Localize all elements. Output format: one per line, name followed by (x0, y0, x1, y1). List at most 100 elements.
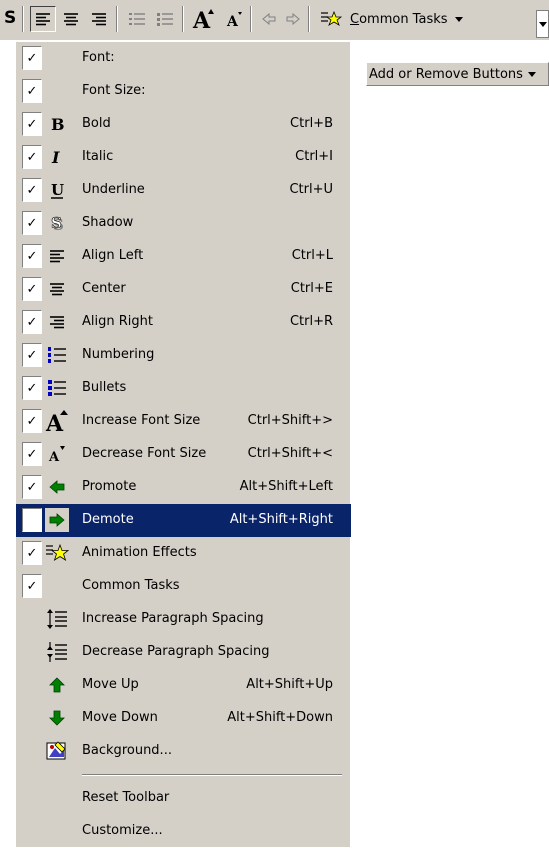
promote-icon (45, 475, 69, 499)
move-down-icon (45, 706, 69, 730)
menu-item-label: Demote (82, 512, 134, 527)
menu-item-italic[interactable]: ✓ I Italic Ctrl+I (16, 141, 351, 174)
checkmark-icon: ✓ (22, 46, 42, 70)
menu-item-label: Align Right (82, 314, 153, 329)
chevron-down-icon (454, 17, 463, 22)
menu-item-customize[interactable]: Customize... (16, 815, 351, 848)
decrease-paragraph-spacing-icon (45, 640, 69, 664)
menu-item-common-tasks[interactable]: ✓ Common Tasks (16, 570, 351, 603)
background-icon (45, 739, 69, 763)
menu-item-underline[interactable]: ✓ U Underline Ctrl+U (16, 174, 351, 207)
menu-item-label: Numbering (82, 347, 155, 362)
toolbar-decrease-font-button[interactable]: A (222, 6, 246, 32)
menu-item-increase-font-size[interactable]: ✓ A Increase Font Size Ctrl+Shift+> (16, 405, 351, 438)
toolbar-center-button[interactable] (58, 6, 84, 32)
checkmark-icon: ✓ (22, 112, 42, 136)
menu-item-decrease-font-size[interactable]: ✓ A Decrease Font Size Ctrl+Shift+< (16, 438, 351, 471)
menu-item-label: Increase Font Size (82, 413, 201, 428)
toolbar-numbering-button[interactable] (124, 6, 150, 32)
checkmark-icon: ✓ (22, 277, 42, 301)
svg-text:A: A (226, 14, 239, 29)
align-center-icon (64, 13, 78, 26)
checkmark-icon: ✓ (22, 541, 42, 565)
checkmark-icon: ✓ (22, 574, 42, 598)
menu-item-shortcut: Ctrl+L (291, 248, 333, 263)
align-right-icon (45, 310, 69, 334)
increase-font-icon: A (45, 409, 69, 433)
toolbar-separator (308, 6, 310, 32)
menu-separator (82, 774, 342, 776)
toolbar-separator (182, 6, 184, 32)
chevron-down-icon (527, 72, 536, 77)
checkmark-icon: ✓ (22, 475, 42, 499)
menu-item-reset-toolbar[interactable]: Reset Toolbar (16, 782, 351, 815)
toolbar-shadow-icon[interactable]: S (4, 8, 16, 28)
common-tasks-button[interactable]: Common Tasks (350, 6, 532, 32)
common-tasks-label: Common Tasks (350, 11, 448, 27)
menu-item-label: Reset Toolbar (82, 790, 170, 805)
toolbar-promote-button[interactable] (258, 6, 280, 32)
move-up-icon (45, 673, 69, 697)
italic-icon: I (45, 145, 69, 169)
checkmark-icon: ✓ (22, 442, 42, 466)
menu-item-label: Italic (82, 149, 114, 164)
menu-item-label: Shadow (82, 215, 134, 230)
align-right-icon (92, 13, 106, 26)
menu-item-label: Animation Effects (82, 545, 197, 560)
add-or-remove-buttons[interactable]: Add or Remove Buttons (366, 62, 549, 86)
menu-item-shadow[interactable]: ✓ S S Shadow (16, 207, 351, 240)
align-left-icon (45, 244, 69, 268)
add-or-remove-label: Add or Remove Buttons (369, 66, 523, 82)
checkmark-icon: ✓ (22, 79, 42, 103)
formatting-toolbar: S A A Common Tasks (0, 0, 549, 40)
bold-icon: B (45, 112, 69, 136)
menu-item-align-left[interactable]: ✓ Align Left Ctrl+L (16, 240, 351, 273)
menu-item-label: Center (82, 281, 126, 296)
promote-icon (262, 13, 276, 25)
menu-item-background[interactable]: Background... (16, 735, 351, 768)
toolbar-bullets-button[interactable] (152, 6, 178, 32)
bullets-icon (45, 376, 69, 400)
bullets-icon (157, 13, 173, 26)
toolbar-increase-font-button[interactable]: A (190, 6, 218, 32)
menu-item-demote[interactable]: ✓ Demote Alt+Shift+Right (16, 504, 351, 537)
menu-item-move-down[interactable]: Move Down Alt+Shift+Down (16, 702, 351, 735)
svg-text:U: U (51, 181, 64, 199)
menu-item-numbering[interactable]: ✓ Numbering (16, 339, 351, 372)
menu-item-label: Move Down (82, 710, 158, 725)
add-remove-buttons-menu: ✓ Font: ✓ Font Size: ✓ B Bold Ctrl+B ✓ I Italic Ctr… (15, 42, 351, 848)
toolbar-demote-button[interactable] (282, 6, 304, 32)
svg-text:A: A (48, 450, 60, 465)
menu-item-center[interactable]: ✓ Center Ctrl+E (16, 273, 351, 306)
menu-item-animation-effects[interactable]: ✓ Animation Effects (16, 537, 351, 570)
toolbar-align-left-button[interactable] (30, 6, 56, 32)
checkmark-icon: ✓ (22, 178, 42, 202)
menu-item-shortcut: Alt+Shift+Up (246, 677, 333, 692)
animation-effects-icon (45, 541, 69, 565)
demote-icon (286, 13, 300, 25)
menu-item-label: Font: (82, 50, 115, 65)
menu-item-bullets[interactable]: ✓ Bullets (16, 372, 351, 405)
menu-item-label: Move Up (82, 677, 139, 692)
menu-item-promote[interactable]: ✓ Promote Alt+Shift+Left (16, 471, 351, 504)
animation-effects-icon (321, 10, 342, 26)
svg-text:I: I (51, 148, 60, 167)
toolbar-animation-effects-button[interactable] (316, 6, 346, 32)
menu-item-increase-paragraph-spacing[interactable]: Increase Paragraph Spacing (16, 603, 351, 636)
menu-item-font[interactable]: ✓ Font: (16, 42, 351, 75)
toolbar-align-right-button[interactable] (86, 6, 112, 32)
menu-item-font-size[interactable]: ✓ Font Size: (16, 75, 351, 108)
menu-item-label: Increase Paragraph Spacing (82, 611, 264, 626)
menu-item-decrease-paragraph-spacing[interactable]: Decrease Paragraph Spacing (16, 636, 351, 669)
menu-item-shortcut: Ctrl+Shift+> (247, 413, 333, 428)
toolbar-overflow-button[interactable] (536, 10, 549, 38)
menu-item-label: Decrease Paragraph Spacing (82, 644, 270, 659)
menu-item-bold[interactable]: ✓ B Bold Ctrl+B (16, 108, 351, 141)
menu-item-align-right[interactable]: ✓ Align Right Ctrl+R (16, 306, 351, 339)
decrease-font-icon: A (45, 442, 69, 466)
toolbar-separator (250, 6, 252, 32)
menu-item-shortcut: Ctrl+B (290, 116, 333, 131)
increase-font-icon: A (192, 8, 214, 31)
menu-item-move-up[interactable]: Move Up Alt+Shift+Up (16, 669, 351, 702)
menu-item-label: Decrease Font Size (82, 446, 207, 461)
